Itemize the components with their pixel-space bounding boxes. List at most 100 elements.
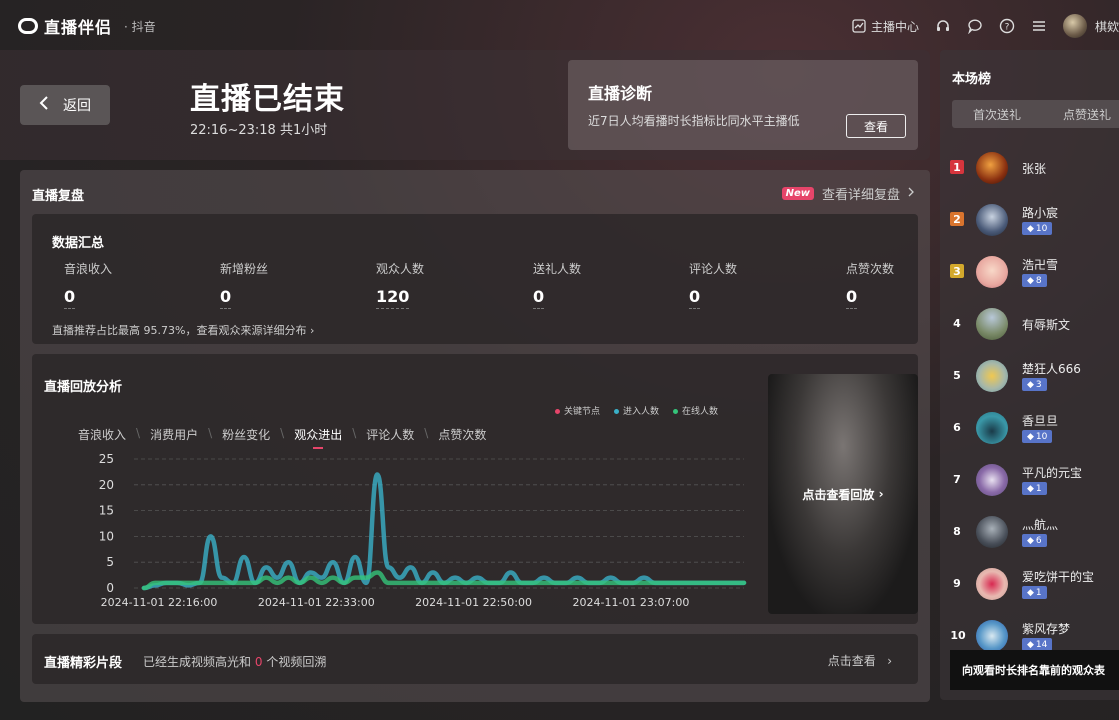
stat-label: 观众人数 [376,262,425,276]
headset-icon[interactable] [935,18,951,34]
y-tick-label: 0 [106,581,114,595]
avatar[interactable] [976,360,1008,392]
app-logo: 直播伴侣 · 抖音 [18,14,156,38]
chevron-left-icon [39,96,49,114]
detail-replay-link[interactable]: New 查看详细复盘 [781,184,914,203]
clips-description: 已经生成视频高光和 0 个视频回溯 [143,653,326,670]
rank-name: 香旦旦 [1022,414,1059,428]
tab-audience-flow[interactable]: 观众进出 [294,426,342,449]
stat-value[interactable]: 120 [376,287,410,309]
rank-row[interactable]: 5 楚狂人666 ◆ 3 [940,350,1119,402]
replay-video-thumbnail[interactable]: 点击查看回放 › [768,374,918,614]
view-clips-link[interactable]: 点击查看 › [828,652,892,669]
rank-number: 3 [950,264,964,278]
rank-row[interactable]: 8 灬航灬 ◆ 6 [940,506,1119,558]
legend-dot-icon [554,409,560,414]
diamond-icon: ◆ [1027,483,1034,494]
stat-value: 0 [533,287,545,309]
rank-number: 5 [953,368,961,382]
stat-label: 点赞次数 [846,262,895,276]
tab-first-gift[interactable]: 首次送礼 [952,106,1042,123]
tab-follower-change[interactable]: 粉丝变化 [222,426,270,443]
avatar[interactable] [976,464,1008,496]
diagnosis-view-button[interactable]: 查看 [846,114,906,138]
stat-label: 评论人数 [689,262,738,276]
anchor-center-link[interactable]: 主播中心 [851,18,919,35]
badge-level: 8 [1035,275,1042,286]
stat-label: 送礼人数 [533,262,582,276]
page-title: 直播已结束 [190,82,345,117]
y-tick-label: 20 [99,478,114,492]
message-icon[interactable] [967,18,983,34]
back-button[interactable]: 返回 [20,85,110,125]
tab-likes[interactable]: 点赞次数 [438,426,486,443]
rank-row[interactable]: 3 浩卍雪 ◆ 8 [940,246,1119,298]
avatar[interactable] [976,568,1008,600]
leaderboard-tabs: 首次送礼 点赞送礼 [952,100,1119,128]
view-clips-label: 点击查看 [827,654,876,668]
tab-like-gift[interactable]: 点赞送礼 [1042,106,1119,123]
avatar[interactable] [976,152,1008,184]
tab-separator: \ [352,426,357,440]
rank-number: 4 [953,316,961,330]
rank-number: 7 [953,472,961,486]
chevron-right-icon: › [874,487,884,501]
rank-name: 紫风存梦 [1022,622,1071,636]
rank-number: 9 [953,576,961,590]
legend-dot-icon [672,409,678,414]
stat-item: 观众人数 120 [376,260,424,309]
avatar[interactable] [976,620,1008,652]
chevron-right-icon: › [879,654,892,668]
fan-level-badge: ◆ 8 [1022,274,1047,287]
help-icon[interactable]: ? [999,18,1015,34]
rank-row[interactable]: 2 路小宸 ◆ 10 [940,194,1119,246]
chart-legend: 关键节点 进入人数 在线人数 [554,404,718,417]
rank-number: 2 [950,212,964,226]
source-distribution-link[interactable]: 直播推荐占比最高 95.73%，查看观众来源详细分布 › [52,322,314,338]
fan-level-badge: ◆ 3 [1022,378,1047,391]
new-badge: New [781,187,814,200]
rank-row[interactable]: 6 香旦旦 ◆ 10 [940,402,1119,454]
fan-level-badge: ◆ 10 [1022,222,1053,235]
legend-item: 在线人数 [672,404,718,417]
avatar[interactable] [976,412,1008,444]
replay-panel: 直播复盘 New 查看详细复盘 数据汇总 音浪收入 0 新增粉丝 0 观众人数 … [20,170,930,702]
rank-row[interactable]: 9 爱吃饼干的宝 ◆ 1 [940,558,1119,610]
legend-dot-icon [613,409,619,414]
stat-label: 新增粉丝 [220,262,269,276]
diamond-icon: ◆ [1027,639,1034,650]
badge-level: 1 [1035,483,1042,494]
user-menu[interactable]: 棋欸 [1062,14,1119,38]
tab-paying-users[interactable]: 消费用户 [150,426,198,443]
tab-revenue[interactable]: 音浪收入 [78,426,126,443]
tab-comments[interactable]: 评论人数 [366,426,414,443]
stat-value: 0 [689,287,701,309]
avatar[interactable] [976,204,1008,236]
leaderboard-panel: 本场榜 首次送礼 点赞送礼 1 张张 2 路小宸 ◆ 10 3 浩卍雪 ◆ 8 4 有辱斯文 5 楚狂人6… [940,50,1119,700]
stat-item: 评论人数 0 [689,260,737,309]
logo-text: 直播伴侣 [44,18,113,37]
stat-value: 0 [220,287,232,309]
badge-level: 1 [1035,587,1042,598]
svg-text:?: ? [1005,23,1010,33]
diamond-icon: ◆ [1027,535,1034,546]
menu-icon[interactable] [1031,18,1047,34]
rank-number: 8 [953,524,961,538]
legend-label: 在线人数 [681,407,718,417]
avatar[interactable] [976,516,1008,548]
audience-flow-chart: 0 5 10 15 20 25 2024-11-01 22:16:00 2024-11-01 … [99,452,747,609]
analysis-tabs: 音浪收入 \ 消费用户 \ 粉丝变化 \ 观众进出 \ 评论人数 \ 点赞次数 [78,426,486,449]
stat-item: 送礼人数 0 [533,260,581,309]
avatar[interactable] [976,256,1008,288]
fan-level-badge: ◆ 1 [1022,586,1047,599]
rank-name: 爱吃饼干的宝 [1022,570,1095,584]
rank-row[interactable]: 4 有辱斯文 [940,298,1119,350]
diagnosis-description: 近7日人均看播时长指标比同水平主播低 [588,114,800,128]
avatar[interactable] [976,308,1008,340]
logo-subtitle: · 抖音 [124,19,156,34]
rank-row[interactable]: 1 张张 [940,142,1119,194]
y-tick-label: 5 [106,555,114,569]
rank-row[interactable]: 7 平凡的元宝 ◆ 1 [940,454,1119,506]
y-tick-label: 25 [99,452,114,466]
top-bar: 直播伴侣 · 抖音 主播中心 ? 棋欸 [0,0,1119,50]
